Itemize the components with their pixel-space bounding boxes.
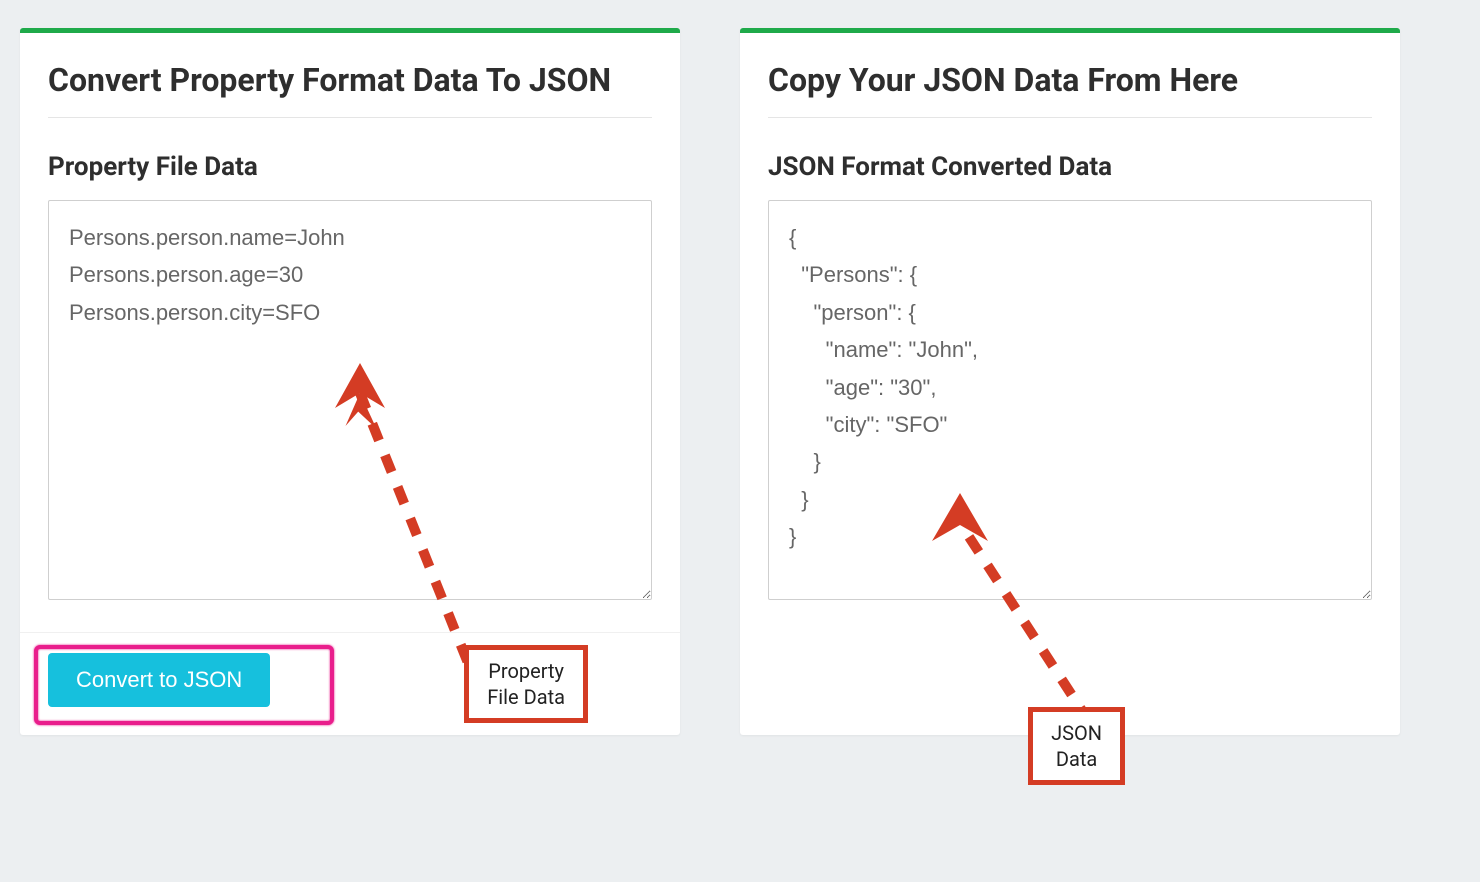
property-file-label: Property File Data <box>48 152 652 182</box>
convert-panel-body: Property File Data <box>20 152 680 632</box>
convert-panel: Convert Property Format Data To JSON Pro… <box>20 28 680 735</box>
property-file-annotation: Property File Data <box>464 645 588 723</box>
json-output-textarea[interactable] <box>768 200 1372 600</box>
output-panel-body: JSON Format Converted Data <box>740 152 1400 632</box>
property-input-textarea[interactable] <box>48 200 652 600</box>
json-data-annotation: JSON Data <box>1028 707 1125 785</box>
output-panel-title: Copy Your JSON Data From Here <box>768 61 1372 118</box>
output-panel: Copy Your JSON Data From Here JSON Forma… <box>740 28 1400 735</box>
output-panel-header: Copy Your JSON Data From Here <box>740 33 1400 136</box>
convert-panel-title: Convert Property Format Data To JSON <box>48 61 652 118</box>
convert-to-json-button[interactable]: Convert to JSON <box>48 653 270 707</box>
json-output-label: JSON Format Converted Data <box>768 152 1372 182</box>
convert-panel-header: Convert Property Format Data To JSON <box>20 33 680 136</box>
